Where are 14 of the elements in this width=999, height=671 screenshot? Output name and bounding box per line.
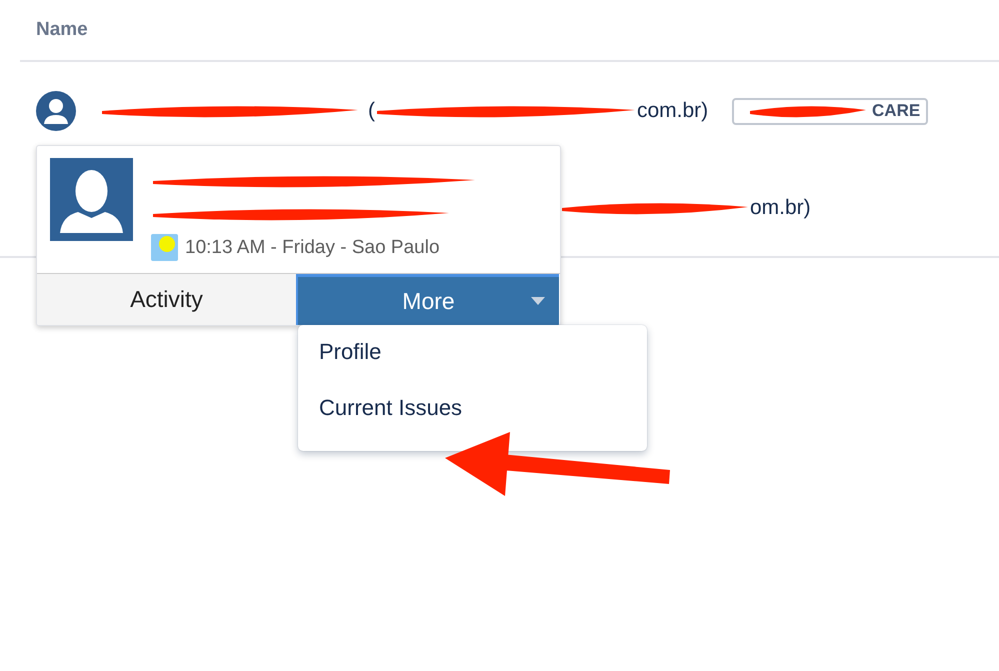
group-badge: CARE: [732, 98, 928, 124]
column-header: Name: [36, 19, 88, 41]
local-time-text: 10:13 AM - Friday - Sao Paulo: [185, 236, 440, 258]
menu-item[interactable]: Profile: [298, 333, 647, 389]
menu-item[interactable]: Current Issues: [298, 389, 647, 445]
user-avatar-icon: [36, 91, 76, 131]
email-open-paren: (: [368, 99, 375, 123]
email-text: om.br): [750, 196, 811, 220]
user-avatar-icon: [50, 158, 133, 241]
card-tab[interactable]: More: [296, 274, 559, 325]
card-tab[interactable]: Activity: [37, 274, 296, 325]
sun-icon: [151, 234, 178, 261]
caret-icon: [531, 297, 545, 305]
email-text: com.br): [637, 99, 708, 123]
